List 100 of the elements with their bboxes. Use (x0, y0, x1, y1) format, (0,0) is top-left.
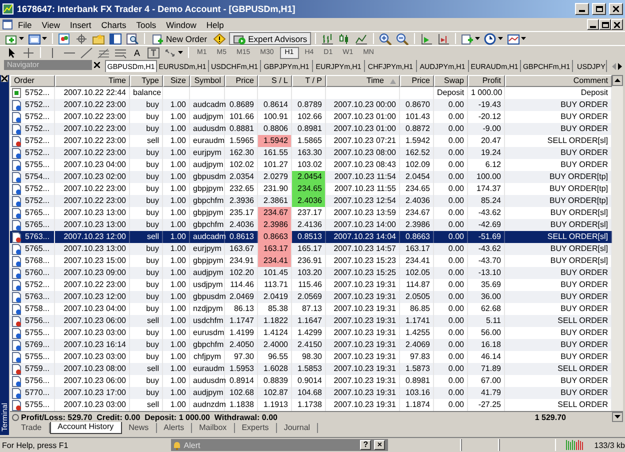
expert-advisors-button[interactable]: Expert Advisors (229, 32, 312, 45)
table-row[interactable]: 5759... 2007.10.23 08:00 sell 1.00 euraudm 1.5953 1.6028 1.5853 2007.10.23 19:31 1.5873 0.00 71.89 SELL ORDER (10, 363, 612, 375)
close-icon[interactable] (94, 62, 100, 68)
table-row[interactable]: 5756... 2007.10.23 06:00 sell 1.00 usdchfm 1.1747 1.1822 1.1647 2007.10.23 19:31 1.1741 0.00 5.11 SELL ORDER (10, 315, 612, 327)
table-row[interactable]: 5752... 2007.10.22 23:00 buy 1.00 audcadm 0.8689 0.8614 0.8789 2007.10.23 00:00 0.8670 0.00 -19.43 BUY ORDER (10, 99, 612, 111)
close-button[interactable] (609, 3, 623, 15)
column-header[interactable]: S / L (258, 75, 292, 87)
table-cell: 5752... (25, 111, 50, 123)
channel-icon[interactable] (114, 46, 127, 58)
menu-item[interactable]: Window (161, 20, 202, 30)
scroll-up-icon[interactable] (612, 75, 623, 86)
table-row[interactable]: 5752... 2007.10.22 23:00 buy 1.00 gbpchfm 2.3936 2.3861 2.4036 2007.10.23 12:54 2.4036 0.00 85.24 BUY ORDER[tp] (10, 195, 612, 207)
column-header[interactable]: Profit (468, 75, 505, 87)
table-row[interactable]: 5763... 2007.10.23 12:00 buy 1.00 gbpusdm 2.0469 2.0419 2.0569 2007.10.23 19:31 2.0505 0.00 36.00 BUY ORDER (10, 291, 612, 303)
minimize-button[interactable] (587, 19, 599, 30)
column-header[interactable]: T / P (292, 75, 326, 87)
close-icon[interactable] (614, 22, 620, 28)
zoom-out-icon[interactable] (396, 32, 410, 44)
arrows-icon[interactable] (164, 46, 178, 58)
market-watch-icon[interactable] (58, 32, 71, 44)
column-header[interactable]: Size (163, 75, 190, 87)
column-header[interactable]: Comment (505, 75, 612, 87)
close-icon[interactable] (613, 6, 619, 12)
line-chart-icon[interactable] (355, 32, 368, 44)
table-row[interactable]: 5760... 2007.10.23 09:00 buy 1.00 audjpym 102.20 101.45 103.20 2007.10.23 15:25 102.05 0.00 -13.10 BUY ORDER (10, 267, 612, 279)
table-cell: 0.00 (434, 339, 468, 351)
template-icon[interactable] (507, 32, 520, 44)
chart-shift-icon[interactable] (437, 32, 450, 44)
auto-scroll-icon[interactable] (420, 32, 434, 44)
column-header[interactable]: Price (400, 75, 434, 87)
folder-star-icon[interactable] (92, 32, 105, 44)
scroll-right-icon[interactable] (618, 62, 623, 70)
maximize-button[interactable] (599, 19, 611, 30)
clock-icon[interactable] (484, 32, 498, 44)
column-header[interactable]: Swap (434, 75, 468, 87)
menu-item[interactable]: Insert (64, 20, 96, 30)
table-row[interactable]: 5763... 2007.10.23 12:00 sell 1.00 audcadm 0.8613 0.8663 0.8513 2007.10.23 14:04 0.8663 0.00 -51.69 SELL ORDER[sl] (10, 231, 612, 243)
close-icon[interactable] (1, 75, 8, 82)
terminal-tab[interactable]: Mailbox (192, 423, 235, 433)
column-header[interactable]: Type (130, 75, 163, 87)
menu-item[interactable]: View (36, 20, 65, 30)
caret-icon[interactable] (498, 37, 504, 40)
column-header[interactable]: Time (55, 75, 130, 87)
menu-item[interactable]: Charts (96, 20, 132, 30)
warning-diamond-icon[interactable] (213, 32, 226, 44)
table-cell: 0.00 (434, 291, 468, 303)
table-row[interactable]: 5765... 2007.10.23 13:00 buy 1.00 eurjpym 163.67 163.17 165.17 2007.10.23 14:57 163.17 0.00 -43.62 BUY ORDER[sl] (10, 243, 612, 255)
indicators-icon[interactable] (461, 32, 474, 44)
crosshair-icon[interactable] (75, 32, 88, 44)
menu-item[interactable]: Help (201, 20, 229, 30)
new-order-button[interactable]: New Order (149, 32, 210, 45)
zoom-in-icon[interactable] (379, 32, 392, 44)
terminal-tab[interactable]: Journal (276, 423, 318, 433)
text-label-icon[interactable] (147, 46, 160, 58)
window-icon[interactable] (109, 32, 122, 44)
caret-icon[interactable] (178, 51, 184, 54)
help-button[interactable]: ? (360, 440, 372, 450)
caret-icon[interactable] (19, 37, 24, 40)
table-row[interactable]: 5770... 2007.10.23 17:00 buy 1.00 audjpym 102.68 102.87 104.68 2007.10.23 19:31 103.16 0.00 41.79 BUY ORDER (10, 387, 612, 399)
maximize-icon[interactable] (596, 6, 602, 12)
terminal-tab[interactable]: Account History (50, 422, 122, 434)
caret-icon[interactable] (475, 37, 480, 40)
column-header[interactable]: Order (10, 75, 55, 87)
buy-order-icon (12, 220, 21, 230)
minimize-button[interactable] (575, 3, 589, 15)
menu-item[interactable]: File (13, 20, 37, 30)
maximize-button[interactable] (592, 3, 606, 15)
table-cell: 2007.10.23 14:57 (326, 243, 400, 255)
maximize-icon[interactable] (602, 22, 608, 28)
table-row[interactable]: 5752... 2007.10.22 23:00 buy 1.00 audusdm 0.8881 0.8806 0.8981 2007.10.23 01:00 0.8872 0.00 -9.00 BUY ORDER (10, 123, 612, 135)
table-row[interactable]: 5765... 2007.10.23 13:00 buy 1.00 gbpchfm 2.4036 2.3986 2.4136 2007.10.23 14:00 2.3986 0.00 -42.69 BUY ORDER[sl] (10, 219, 612, 231)
caret-icon[interactable] (42, 37, 47, 40)
magnifier-page-icon[interactable] (126, 32, 139, 44)
caret-icon[interactable] (521, 37, 526, 40)
new-chart-icon[interactable] (5, 32, 18, 44)
table-cell: eurjpym (190, 243, 225, 255)
table-cell: 5760... (25, 267, 50, 279)
document-icon[interactable] (2, 19, 13, 30)
close-button[interactable] (611, 19, 623, 30)
profiles-icon[interactable] (28, 32, 41, 44)
terminal-tab[interactable]: News (122, 423, 157, 433)
terminal-tab[interactable]: Alerts (156, 423, 192, 433)
table-row[interactable]: 5754... 2007.10.23 02:00 buy 1.00 gbpusdm 2.0354 2.0279 2.0454 2007.10.23 11:54 2.0454 0.00 100.00 BUY ORDER[tp] (10, 171, 612, 183)
trend-line-icon[interactable] (80, 46, 93, 58)
terminal-tab[interactable]: Experts (234, 423, 277, 433)
fibonacci-icon[interactable] (97, 46, 110, 58)
column-header[interactable]: Time (366, 76, 384, 86)
text-tool[interactable]: A (131, 48, 144, 58)
bar-chart-icon[interactable] (321, 32, 334, 44)
menu-item[interactable]: Tools (131, 20, 162, 30)
alert-window[interactable]: Alert ? × (170, 439, 388, 451)
table-cell: 102.68 (225, 387, 258, 399)
crosshair-icon[interactable] (22, 46, 35, 58)
table-row[interactable]: 5769... 2007.10.23 16:14 buy 1.00 gbpchfm 2.4050 2.4000 2.4150 2007.10.23 19:31 2.4069 0.00 16.18 BUY ORDER (10, 339, 612, 351)
column-header[interactable]: Price (225, 75, 258, 87)
column-header[interactable]: Symbol (190, 75, 225, 87)
scroll-down-icon[interactable] (612, 412, 623, 422)
table-cell: 85.24 (468, 195, 505, 207)
table-row[interactable]: 5752... 2007.10.22 23:00 buy 1.00 eurjpym 162.30 161.55 163.30 2007.10.23 08:00 162.52 0.00 19.24 BUY ORDER (10, 147, 612, 159)
close-button[interactable]: × (374, 440, 386, 450)
